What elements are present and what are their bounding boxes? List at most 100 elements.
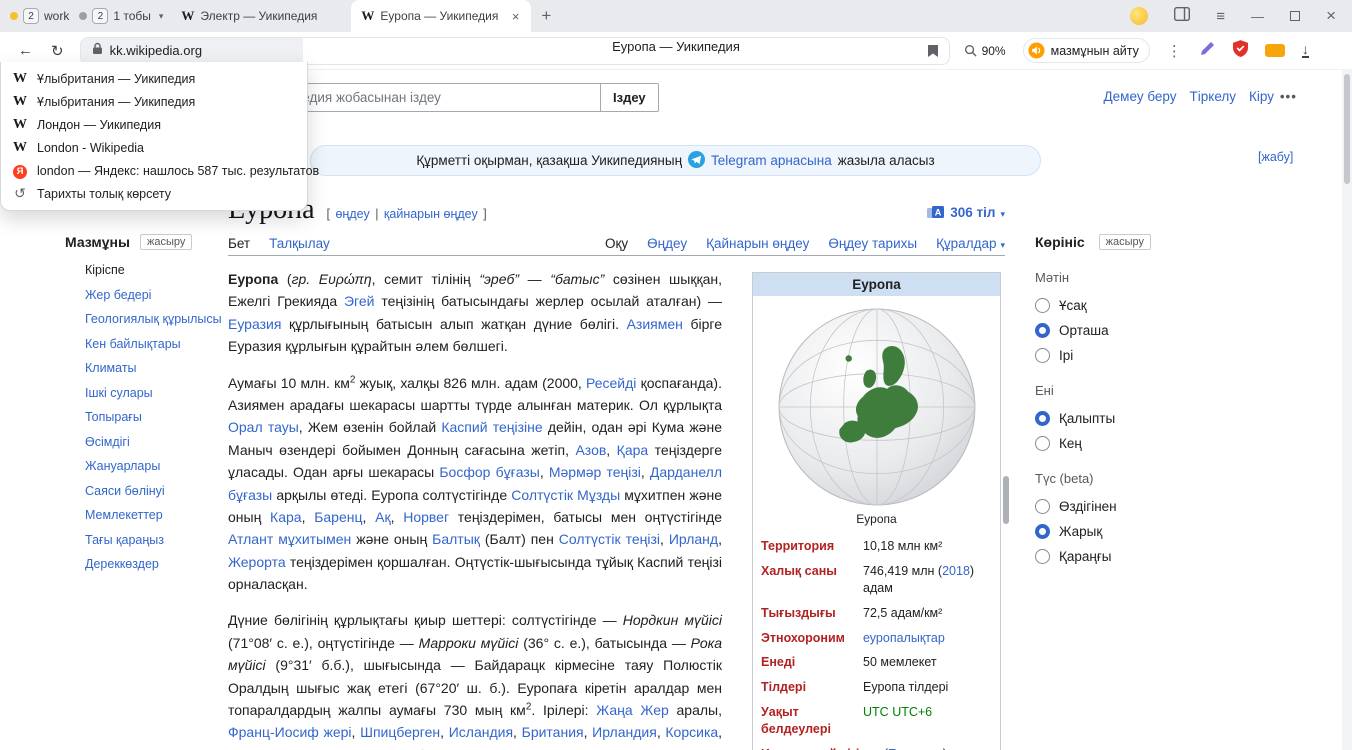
wiki-link[interactable]: UTC — [863, 705, 889, 719]
edit-pen-icon[interactable] — [1199, 40, 1216, 62]
wiki-link[interactable]: Исландия — [449, 724, 513, 740]
toc-link[interactable]: Топырағы — [85, 410, 142, 424]
side-panel-icon[interactable] — [1174, 7, 1190, 26]
header-more-icon[interactable]: ••• — [1280, 89, 1297, 104]
tab-groups-chevron-icon[interactable]: ▾ — [159, 11, 164, 22]
wiki-search-button[interactable]: Іздеу — [600, 83, 659, 112]
url-pill[interactable]: kk.wikipedia.org — [81, 38, 303, 64]
wiki-link[interactable]: Британия — [522, 724, 584, 740]
radio-option[interactable]: Кең — [1035, 436, 1205, 451]
radio-icon[interactable] — [1035, 298, 1050, 313]
radio-option[interactable]: Қалыпты — [1035, 411, 1205, 426]
radio-icon[interactable] — [1035, 348, 1050, 363]
page-tab[interactable]: Құралдар — [936, 232, 1005, 255]
wiki-link[interactable]: Корсика — [665, 724, 718, 740]
menu-icon[interactable]: ≡ — [1216, 8, 1225, 25]
wiki-link[interactable]: Баренц — [314, 509, 362, 525]
header-link[interactable]: Демеу беру — [1104, 89, 1177, 104]
banner-close-link[interactable]: [жабу] — [1258, 150, 1293, 164]
toc-link[interactable]: Кіріспе — [85, 263, 125, 277]
wiki-link[interactable]: Каспий теңізіне — [441, 419, 542, 435]
wiki-link[interactable]: Ресейді — [586, 375, 636, 391]
wiki-link[interactable]: Франц-Иосиф жері — [228, 724, 352, 740]
radio-option[interactable]: Ірі — [1035, 348, 1205, 363]
edit-link[interactable]: өңдеу — [335, 207, 369, 221]
page-tab[interactable]: Қайнарын өңдеу — [706, 232, 809, 255]
wiki-link[interactable]: Босфор бұғазы — [439, 464, 539, 480]
europe-globe-image[interactable] — [776, 306, 978, 508]
header-link[interactable]: Тіркелу — [1190, 89, 1237, 104]
radio-icon[interactable] — [1035, 323, 1050, 338]
page-tab[interactable]: Бет — [228, 232, 250, 255]
wiki-link[interactable]: Ирланд — [669, 531, 718, 547]
energy-saver-icon[interactable] — [1265, 44, 1285, 57]
wiki-link[interactable]: Атлант мұхитымен — [228, 531, 351, 547]
suggestion-item[interactable]: Ұлыбритания — Уикипедия — [1, 90, 307, 113]
suggestion-item[interactable]: Ұлыбритания — Уикипедия — [1, 67, 307, 90]
toc-link[interactable]: Жер бедері — [85, 288, 151, 302]
wiki-link[interactable]: Солтүстік Мұзды — [511, 487, 620, 503]
toc-link[interactable]: Кен байлықтары — [85, 337, 181, 351]
toc-link[interactable]: Геологиялық құрылысы — [85, 312, 222, 326]
download-icon[interactable]: ↓ — [1302, 43, 1309, 58]
radio-option[interactable]: Қараңғы — [1035, 549, 1205, 564]
protect-shield-icon[interactable] — [1233, 40, 1248, 62]
tab-close-icon[interactable]: × — [510, 9, 522, 24]
radio-option[interactable]: Орташа — [1035, 323, 1205, 338]
radio-icon[interactable] — [1035, 436, 1050, 451]
radio-icon[interactable] — [1035, 411, 1050, 426]
browser-tab-active[interactable]: Еуропа — Уикипедия × — [351, 0, 531, 32]
wiki-link[interactable]: Ақ — [375, 509, 390, 525]
wiki-link[interactable]: 2018 — [942, 564, 970, 578]
kebab-menu-icon[interactable]: ⋮ — [1167, 42, 1182, 60]
minimize-button[interactable]: — — [1251, 9, 1264, 24]
radio-option[interactable]: Жарық — [1035, 524, 1205, 539]
zoom-control[interactable]: 90% — [964, 44, 1006, 58]
page-scrollbar[interactable] — [1342, 70, 1352, 750]
page-scrollbar-thumb[interactable] — [1344, 74, 1350, 184]
toc-link[interactable]: Ішкі сулары — [85, 386, 153, 400]
radio-icon[interactable] — [1035, 524, 1050, 539]
reload-icon[interactable]: ↻ — [51, 42, 64, 60]
toc-link[interactable]: Өсімдігі — [85, 435, 130, 449]
wiki-link[interactable]: Азиямен — [627, 316, 683, 332]
read-aloud-button[interactable]: мазмұнын айту — [1023, 38, 1150, 63]
page-tab[interactable]: Оқу — [605, 232, 628, 255]
wiki-link[interactable]: Жерорта — [228, 554, 286, 570]
toc-link[interactable]: Климаты — [85, 361, 137, 375]
language-selector[interactable]: A 306 тіл — [927, 205, 1005, 220]
close-window-button[interactable]: × — [1326, 6, 1336, 26]
wiki-link[interactable]: Жаңа Жер — [596, 702, 668, 718]
page-tab[interactable]: Өңдеу — [647, 232, 687, 255]
appearance-hide-button[interactable]: жасыру — [1099, 234, 1151, 250]
tab-group-1toby[interactable]: 2 1 тобы — [79, 8, 151, 24]
toc-link[interactable]: Саяси бөлінуі — [85, 484, 165, 498]
radio-icon[interactable] — [1035, 499, 1050, 514]
radio-option[interactable]: Ұсақ — [1035, 298, 1205, 313]
toc-link[interactable]: Тағы қараңыз — [85, 533, 164, 547]
suggestion-item[interactable]: london — Яндекс: нашлось 587 тыс. резуль… — [1, 159, 307, 182]
back-icon[interactable]: ← — [18, 42, 33, 59]
wiki-link[interactable]: Еуразия — [228, 316, 281, 332]
maximize-button[interactable] — [1290, 11, 1300, 21]
wiki-link[interactable]: Кара — [270, 509, 302, 525]
edit-source-link[interactable]: қайнарын өңдеу — [384, 207, 478, 221]
content-scrollbar-thumb[interactable] — [1003, 476, 1009, 524]
toc-link[interactable]: Мемлекеттер — [85, 508, 163, 522]
radio-option[interactable]: Өздігінен — [1035, 499, 1205, 514]
wiki-link[interactable]: UTC+6 — [892, 705, 932, 719]
page-tab[interactable]: Өңдеу тарихы — [828, 232, 917, 255]
page-tab[interactable]: Талқылау — [269, 232, 330, 255]
toc-link[interactable]: Дереккөздер — [85, 557, 159, 571]
suggestion-item[interactable]: Тарихты толық көрсету — [1, 182, 307, 205]
radio-icon[interactable] — [1035, 549, 1050, 564]
telegram-link[interactable]: Telegram арнасына — [711, 153, 832, 168]
wiki-link[interactable]: Шпицберген — [360, 724, 440, 740]
browser-tab-inactive[interactable]: Электр — Уикипедия — [171, 0, 351, 32]
suggestion-item[interactable]: Лондон — Уикипедия — [1, 113, 307, 136]
toc-link[interactable]: Жануарлары — [85, 459, 160, 473]
bookmark-icon[interactable] — [927, 44, 939, 63]
omnibox[interactable]: kk.wikipedia.org — [80, 37, 950, 65]
new-tab-button[interactable]: + — [541, 6, 551, 26]
tab-group-work[interactable]: 2 work — [10, 8, 69, 24]
